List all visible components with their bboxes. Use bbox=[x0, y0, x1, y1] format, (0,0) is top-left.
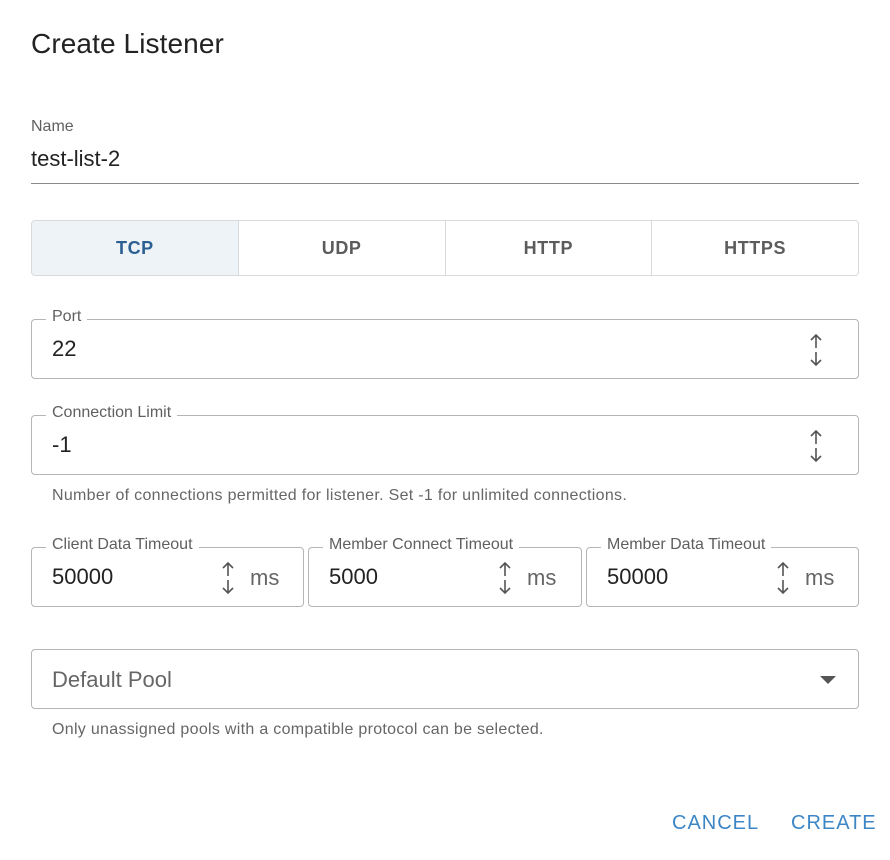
connection-limit-helper: Number of connections permitted for list… bbox=[52, 487, 628, 504]
member-data-timeout-field[interactable]: Member Data Timeout 50000 ms bbox=[586, 536, 859, 607]
member-connect-timeout-field[interactable]: Member Connect Timeout 5000 ms bbox=[308, 536, 582, 607]
name-input[interactable]: test-list-2 bbox=[31, 146, 120, 172]
protocol-tcp-button[interactable]: TCP bbox=[32, 221, 239, 275]
connection-limit-field[interactable]: Connection Limit -1 bbox=[31, 404, 859, 475]
port-label: Port bbox=[46, 308, 88, 326]
protocol-udp-button[interactable]: UDP bbox=[238, 221, 446, 275]
protocol-http-button[interactable]: HTTP bbox=[445, 221, 653, 275]
cancel-button[interactable]: CANCEL bbox=[672, 812, 759, 835]
up-down-arrows-icon[interactable] bbox=[773, 561, 793, 595]
member-data-timeout-label: Member Data Timeout bbox=[601, 536, 772, 554]
name-label: Name bbox=[31, 118, 74, 135]
name-field[interactable]: Name test-list-2 bbox=[31, 116, 859, 184]
client-data-timeout-field[interactable]: Client Data Timeout 50000 ms bbox=[31, 536, 304, 607]
create-button[interactable]: CREATE bbox=[791, 812, 877, 835]
up-down-arrows-icon[interactable] bbox=[806, 333, 826, 367]
default-pool-select[interactable]: Default Pool bbox=[31, 649, 859, 709]
protocol-https-button[interactable]: HTTPS bbox=[652, 221, 858, 275]
dialog-title: Create Listener bbox=[31, 28, 224, 59]
port-field[interactable]: Port 22 bbox=[31, 308, 859, 379]
protocol-toggle-group: TCP UDP HTTP HTTPS bbox=[31, 220, 859, 276]
member-connect-timeout-label: Member Connect Timeout bbox=[323, 536, 520, 554]
client-data-timeout-unit: ms bbox=[250, 565, 280, 590]
up-down-arrows-icon[interactable] bbox=[218, 561, 238, 595]
member-data-timeout-unit: ms bbox=[805, 565, 835, 590]
connection-limit-label: Connection Limit bbox=[46, 404, 178, 422]
default-pool-placeholder: Default Pool bbox=[52, 667, 172, 692]
default-pool-helper: Only unassigned pools with a compatible … bbox=[52, 721, 544, 738]
member-connect-timeout-unit: ms bbox=[527, 565, 557, 590]
connection-limit-input[interactable]: -1 bbox=[52, 432, 72, 458]
client-data-timeout-input[interactable]: 50000 bbox=[52, 564, 113, 590]
up-down-arrows-icon[interactable] bbox=[806, 429, 826, 463]
member-data-timeout-input[interactable]: 50000 bbox=[607, 564, 668, 590]
port-input[interactable]: 22 bbox=[52, 336, 76, 362]
caret-down-icon[interactable] bbox=[820, 676, 836, 684]
client-data-timeout-label: Client Data Timeout bbox=[46, 536, 199, 554]
member-connect-timeout-input[interactable]: 5000 bbox=[329, 564, 378, 590]
up-down-arrows-icon[interactable] bbox=[495, 561, 515, 595]
